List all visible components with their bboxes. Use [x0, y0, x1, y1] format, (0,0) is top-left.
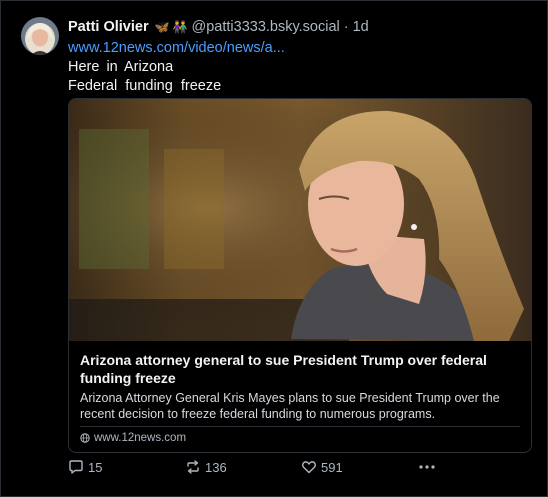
post-text-line: Here in Arizona: [68, 59, 174, 75]
repost-icon: [187, 460, 199, 474]
reply-icon: [69, 460, 83, 474]
like-button[interactable]: 591: [301, 459, 343, 475]
card-body: Arizona attorney general to sue Presiden…: [80, 351, 520, 422]
repost-button[interactable]: 136: [185, 459, 227, 475]
post-actions: 15 136 591: [68, 459, 448, 479]
card-domain: www.12news.com: [80, 432, 186, 444]
post-text-line: Federal funding freeze: [68, 78, 222, 94]
post-text: www.12news.com/video/news/a... Here in A…: [68, 39, 285, 96]
like-icon: [301, 461, 317, 474]
avatar-image: [21, 17, 59, 55]
more-icon: [419, 465, 435, 469]
post-link[interactable]: www.12news.com/video/news/a...: [68, 39, 285, 58]
header-separator: ·: [343, 19, 349, 35]
author-name[interactable]: Patti Olivier: [68, 19, 149, 35]
card-domain-text: www.12news.com: [94, 432, 187, 444]
butterfly-emoji: 🦋: [154, 20, 170, 34]
post-header: Patti Olivier 🦋 👫 @patti3333.bsky.social…: [68, 18, 369, 36]
card-description: Arizona Attorney General Kris Mayes plan…: [80, 391, 500, 421]
reply-button[interactable]: 15: [68, 459, 102, 475]
card-title[interactable]: Arizona attorney general to sue Presiden…: [80, 351, 520, 387]
card-thumbnail: [69, 99, 531, 341]
card-divider: [80, 426, 520, 427]
link-preview-card[interactable]: Arizona attorney general to sue Presiden…: [68, 98, 532, 453]
like-count: 591: [321, 459, 343, 475]
repost-count: 136: [205, 459, 227, 475]
post-frame: Patti Olivier 🦋 👫 @patti3333.bsky.social…: [0, 0, 548, 497]
feed-post[interactable]: Patti Olivier 🦋 👫 @patti3333.bsky.social…: [1, 1, 547, 496]
more-options-button[interactable]: [418, 459, 440, 475]
author-handle[interactable]: @patti3333.bsky.social: [192, 19, 340, 35]
couple-emoji: 👫: [172, 20, 188, 34]
globe-icon: [80, 433, 90, 443]
avatar[interactable]: [21, 17, 59, 55]
reply-count: 15: [88, 459, 103, 475]
post-timestamp[interactable]: 1d: [353, 19, 369, 35]
